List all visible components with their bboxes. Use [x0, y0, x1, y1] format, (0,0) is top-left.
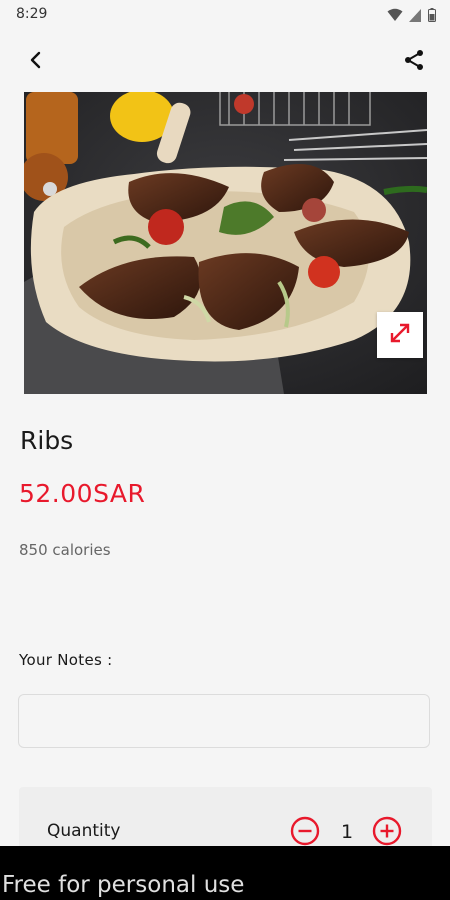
- quantity-increase-button[interactable]: [371, 816, 403, 850]
- product-calories: 850 calories: [19, 541, 111, 559]
- back-button[interactable]: [20, 46, 52, 78]
- expand-icon: [388, 321, 412, 349]
- battery-icon: [428, 7, 436, 26]
- back-arrow-icon: [28, 50, 44, 74]
- quantity-value: 1: [340, 821, 354, 843]
- status-icons: [387, 7, 436, 26]
- signal-icon: [409, 7, 422, 26]
- app-bar: [0, 30, 450, 92]
- product-image: [24, 92, 427, 394]
- notes-input[interactable]: [18, 694, 430, 748]
- watermark-bar: Free for personal use: [0, 846, 450, 900]
- status-bar: 8:29: [0, 0, 450, 30]
- status-time: 8:29: [16, 6, 48, 22]
- notes-label: Your Notes :: [19, 651, 113, 669]
- watermark-text: Free for personal use: [2, 872, 245, 898]
- minus-circle-icon: [290, 816, 320, 850]
- plus-circle-icon: [372, 816, 402, 850]
- wifi-icon: [387, 7, 403, 26]
- product-price: 52.00SAR: [19, 479, 146, 508]
- food-photo: [24, 92, 427, 394]
- quantity-label: Quantity: [47, 821, 121, 841]
- share-button[interactable]: [398, 46, 430, 78]
- product-name: Ribs: [20, 426, 74, 455]
- quantity-decrease-button[interactable]: [289, 816, 321, 850]
- expand-image-button[interactable]: [377, 312, 423, 358]
- share-icon: [402, 48, 426, 76]
